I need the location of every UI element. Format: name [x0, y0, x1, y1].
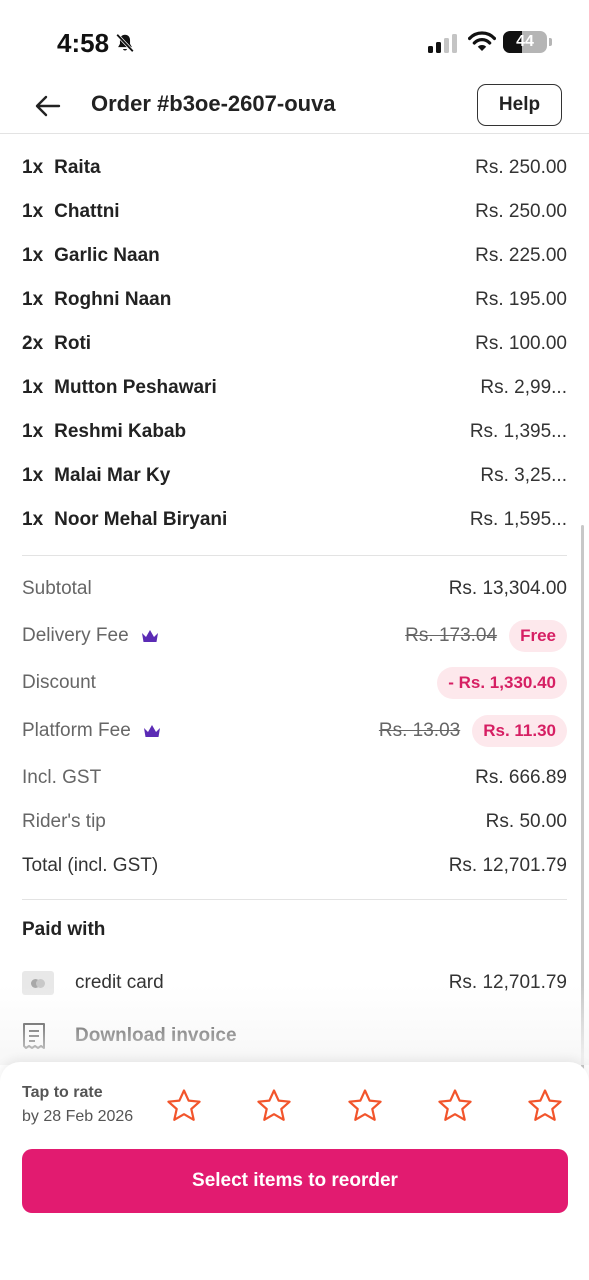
gst-row: Incl. GST Rs. 666.89	[22, 760, 567, 796]
delivery-fee-original: Rs. 173.04	[405, 625, 498, 646]
item-quantity: 1x	[22, 245, 44, 266]
signal-icon	[428, 34, 457, 53]
bell-muted-icon	[116, 33, 134, 53]
item-name: Malai Mar Ky	[54, 465, 171, 486]
star-icon[interactable]	[166, 1088, 202, 1124]
item-price: Rs. 1,595...	[469, 509, 567, 530]
platform-fee-original: Rs. 13.03	[378, 720, 461, 741]
total-value: Rs. 12,701.79	[448, 855, 567, 876]
item-name: Garlic Naan	[54, 245, 160, 266]
list-item: 1x Reshmi Kabab Rs. 1,395...	[22, 417, 567, 447]
download-invoice-button[interactable]: Download invoice	[22, 1019, 237, 1053]
crown-icon	[141, 630, 158, 642]
item-price: Rs. 250.00	[475, 201, 567, 222]
item-price: Rs. 2,99...	[480, 377, 567, 398]
star-icon[interactable]	[256, 1088, 292, 1124]
discount-row: Discount - Rs. 1,330.40	[22, 665, 567, 701]
list-item: 1x Roghni Naan Rs. 195.00	[22, 285, 567, 315]
total-row: Total (incl. GST) Rs. 12,701.79	[22, 848, 567, 884]
subtotal-value: Rs. 13,304.00	[448, 578, 567, 599]
item-quantity: 1x	[22, 421, 44, 442]
item-name: Chattni	[54, 201, 120, 222]
item-price: Rs. 3,25...	[480, 465, 567, 486]
item-name: Noor Mehal Biryani	[54, 509, 228, 530]
subtotal-row: Subtotal Rs. 13,304.00	[22, 571, 567, 607]
item-price: Rs. 100.00	[475, 333, 567, 354]
list-item: 1x Raita Rs. 250.00	[22, 153, 567, 183]
delivery-fee-label: Delivery Fee	[22, 625, 129, 646]
item-price: Rs. 1,395...	[469, 421, 567, 442]
credit-card-icon	[22, 971, 54, 995]
payment-amount: Rs. 12,701.79	[448, 972, 567, 993]
rate-title: Tap to rate	[22, 1084, 103, 1101]
order-details[interactable]: 1x Raita Rs. 250.00 1x Chattni Rs. 250.00 …	[0, 135, 589, 1193]
tip-label: Rider's tip	[22, 811, 106, 832]
receipt-icon	[22, 1021, 54, 1051]
gst-value: Rs. 666.89	[475, 767, 567, 788]
item-quantity: 1x	[22, 201, 44, 222]
delivery-fee-row: Delivery Fee Rs. 173.04 Free	[22, 618, 567, 654]
crown-icon	[143, 725, 160, 737]
payment-method-label: credit card	[75, 972, 164, 993]
star-icon[interactable]	[437, 1088, 473, 1124]
rate-deadline: by 28 Feb 2026	[22, 1108, 134, 1125]
help-button[interactable]: Help	[477, 84, 562, 126]
subtotal-label: Subtotal	[22, 578, 92, 599]
item-name: Roghni Naan	[54, 289, 172, 310]
page-title: Order #b3oe-2607-ouva	[91, 91, 336, 116]
platform-fee-badge: Rs. 11.30	[472, 715, 567, 747]
list-item: 2x Roti Rs. 100.00	[22, 329, 567, 359]
item-name: Mutton Peshawari	[54, 377, 217, 398]
item-quantity: 1x	[22, 377, 44, 398]
battery-cap	[549, 38, 552, 46]
status-time: 4:58	[57, 28, 110, 58]
platform-fee-label: Platform Fee	[22, 720, 131, 741]
item-quantity: 1x	[22, 465, 44, 486]
item-name: Roti	[54, 333, 92, 354]
battery-icon: 44	[503, 31, 547, 53]
delivery-fee-badge: Free	[509, 620, 567, 652]
bottom-sheet: Tap to rate by 28 Feb 2026 Select items …	[0, 1062, 589, 1280]
item-price: Rs. 195.00	[475, 289, 567, 310]
back-button[interactable]	[30, 88, 66, 124]
payment-method-row: credit card Rs. 12,701.79	[22, 967, 567, 999]
platform-fee-row: Platform Fee Rs. 13.03 Rs. 11.30	[22, 713, 567, 749]
wifi-icon	[468, 31, 496, 51]
list-item: 1x Mutton Peshawari Rs. 2,99...	[22, 373, 567, 403]
discount-label: Discount	[22, 672, 96, 693]
arrow-left-icon	[35, 95, 61, 117]
item-name: Raita	[54, 157, 101, 178]
list-item: 1x Garlic Naan Rs. 225.00	[22, 241, 567, 271]
star-icon[interactable]	[527, 1088, 563, 1124]
status-bar: 4:58 44	[0, 0, 589, 80]
star-icon[interactable]	[347, 1088, 383, 1124]
divider	[22, 555, 567, 556]
item-quantity: 1x	[22, 289, 44, 310]
divider	[22, 899, 567, 900]
header: Order #b3oe-2607-ouva Help	[0, 80, 589, 134]
total-label: Total (incl. GST)	[22, 855, 159, 876]
item-price: Rs. 250.00	[475, 157, 567, 178]
tip-value: Rs. 50.00	[485, 811, 567, 832]
item-name: Reshmi Kabab	[54, 421, 187, 442]
paid-with-title: Paid with	[22, 919, 106, 940]
gst-label: Incl. GST	[22, 767, 102, 788]
item-quantity: 1x	[22, 509, 44, 530]
reorder-button[interactable]: Select items to reorder	[22, 1149, 568, 1213]
item-quantity: 1x	[22, 157, 44, 178]
list-item: 1x Noor Mehal Biryani Rs. 1,595...	[22, 505, 567, 535]
download-invoice-label: Download invoice	[75, 1025, 237, 1046]
item-quantity: 2x	[22, 333, 44, 354]
discount-badge: - Rs. 1,330.40	[437, 667, 567, 699]
battery-text: 44	[516, 33, 534, 50]
tip-row: Rider's tip Rs. 50.00	[22, 804, 567, 840]
list-item: 1x Malai Mar Ky Rs. 3,25...	[22, 461, 567, 491]
item-price: Rs. 225.00	[475, 245, 567, 266]
list-item: 1x Chattni Rs. 250.00	[22, 197, 567, 227]
